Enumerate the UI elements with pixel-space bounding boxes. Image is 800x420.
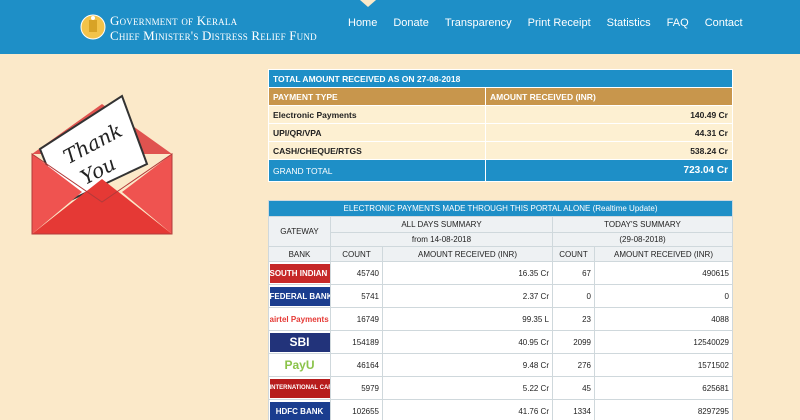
grand-total-row: GRAND TOTAL 723.04 Cr (268, 159, 733, 182)
today-count: 0 (552, 284, 595, 308)
top-header: Government of Kerala Chief Minister's Di… (0, 0, 800, 54)
amount: 538.24 Cr (485, 141, 733, 160)
main-nav: Home Donate Transparency Print Receipt S… (348, 17, 759, 29)
amount: 2.37 Cr (382, 284, 553, 308)
nav-donate[interactable]: Donate (393, 17, 428, 29)
amount: 40.95 Cr (382, 330, 553, 354)
count: 46164 (330, 353, 383, 377)
today-count: 2099 (552, 330, 595, 354)
thank-you-envelope-icon: Thank You (31, 94, 173, 235)
payment-type: CASH/CHEQUE/RTGS (268, 141, 486, 160)
all-days-summary: ALL DAYS SUMMARY (330, 216, 553, 233)
south-indian-bank-logo-icon: SOUTH INDIAN Bank (269, 263, 330, 283)
payment-type: Electronic Payments (268, 105, 486, 124)
today-amount: 0 (594, 284, 733, 308)
col-today-amount: AMOUNT RECEIVED (INR) (594, 246, 733, 262)
gateway-table: ELECTRONIC PAYMENTS MADE THROUGH THIS PO… (268, 200, 733, 420)
summary-title: TOTAL AMOUNT RECEIVED AS ON 27-08-2018 (268, 69, 733, 88)
table-row: HDFC BANK 102655 41.76 Cr 1334 8297295 (268, 399, 733, 420)
table-row: FEDERAL BANK 5741 2.37 Cr 0 0 (268, 284, 733, 308)
nav-statistics[interactable]: Statistics (607, 17, 651, 29)
today-count: 1334 (552, 399, 595, 420)
sbi-logo-icon: SBI (269, 332, 330, 352)
amount: 99.35 L (382, 307, 553, 331)
amount: 5.22 Cr (382, 376, 553, 400)
amount: 41.76 Cr (382, 399, 553, 420)
col-amount-received: AMOUNT RECEIVED (INR) (485, 87, 733, 106)
total-summary-table: TOTAL AMOUNT RECEIVED AS ON 27-08-2018 P… (268, 69, 733, 182)
today-amount: 8297295 (594, 399, 733, 420)
kerala-emblem-icon[interactable] (80, 12, 106, 42)
grand-total-amount: 723.04 Cr (485, 159, 733, 182)
col-amount: AMOUNT RECEIVED (INR) (382, 246, 553, 262)
brand-line-2[interactable]: Chief Minister's Distress Relief Fund (110, 28, 317, 44)
nav-faq[interactable]: FAQ (667, 17, 689, 29)
col-payment-type: PAYMENT TYPE (268, 87, 486, 106)
federal-bank-logo-icon: FEDERAL BANK (269, 286, 330, 306)
all-days-from: from 14-08-2018 (330, 232, 553, 247)
nav-home[interactable]: Home (348, 17, 377, 29)
count: 5979 (330, 376, 383, 400)
grand-total-label: GRAND TOTAL (268, 159, 486, 182)
count: 45740 (330, 261, 383, 285)
table-row: INTERNATIONAL CARDS 5979 5.22 Cr 45 6256… (268, 376, 733, 400)
amount: 16.35 Cr (382, 261, 553, 285)
today-amount: 625681 (594, 376, 733, 400)
table-row: PayU 46164 9.48 Cr 276 1571502 (268, 353, 733, 377)
amount: 140.49 Cr (485, 105, 733, 124)
table-row: Electronic Payments 140.49 Cr (268, 105, 733, 124)
active-nav-caret-icon (360, 0, 376, 7)
today-amount: 490615 (594, 261, 733, 285)
payu-logo-icon: PayU (269, 355, 330, 375)
today-count: 23 (552, 307, 595, 331)
today-amount: 1571502 (594, 353, 733, 377)
today-amount: 4088 (594, 307, 733, 331)
col-bank: BANK (268, 246, 331, 262)
hdfc-bank-logo-icon: HDFC BANK (269, 401, 330, 420)
gateway-label: GATEWAY (268, 216, 331, 247)
col-count: COUNT (330, 246, 383, 262)
count: 102655 (330, 399, 383, 420)
table-row: UPI/QR/VPA 44.31 Cr (268, 123, 733, 142)
airtel-payments-bank-logo-icon: airtel Payments Bank (269, 309, 330, 329)
count: 154189 (330, 330, 383, 354)
today-count: 45 (552, 376, 595, 400)
brand-line-1[interactable]: Government of Kerala (110, 13, 237, 29)
todays-date: (29-08-2018) (552, 232, 733, 247)
table-row: SBI 154189 40.95 Cr 2099 12540029 (268, 330, 733, 354)
international-cards-logo-icon: INTERNATIONAL CARDS (269, 378, 330, 398)
count: 5741 (330, 284, 383, 308)
table-row: SOUTH INDIAN Bank 45740 16.35 Cr 67 4906… (268, 261, 733, 285)
nav-print-receipt[interactable]: Print Receipt (528, 17, 591, 29)
today-amount: 12540029 (594, 330, 733, 354)
nav-transparency[interactable]: Transparency (445, 17, 512, 29)
table-row: airtel Payments Bank 16749 99.35 L 23 40… (268, 307, 733, 331)
nav-contact[interactable]: Contact (705, 17, 743, 29)
count: 16749 (330, 307, 383, 331)
todays-summary: TODAY'S SUMMARY (552, 216, 733, 233)
today-count: 67 (552, 261, 595, 285)
today-count: 276 (552, 353, 595, 377)
payment-type: UPI/QR/VPA (268, 123, 486, 142)
amount: 44.31 Cr (485, 123, 733, 142)
amount: 9.48 Cr (382, 353, 553, 377)
gateway-title: ELECTRONIC PAYMENTS MADE THROUGH THIS PO… (268, 200, 733, 217)
table-row: CASH/CHEQUE/RTGS 538.24 Cr (268, 141, 733, 160)
col-today-count: COUNT (552, 246, 595, 262)
